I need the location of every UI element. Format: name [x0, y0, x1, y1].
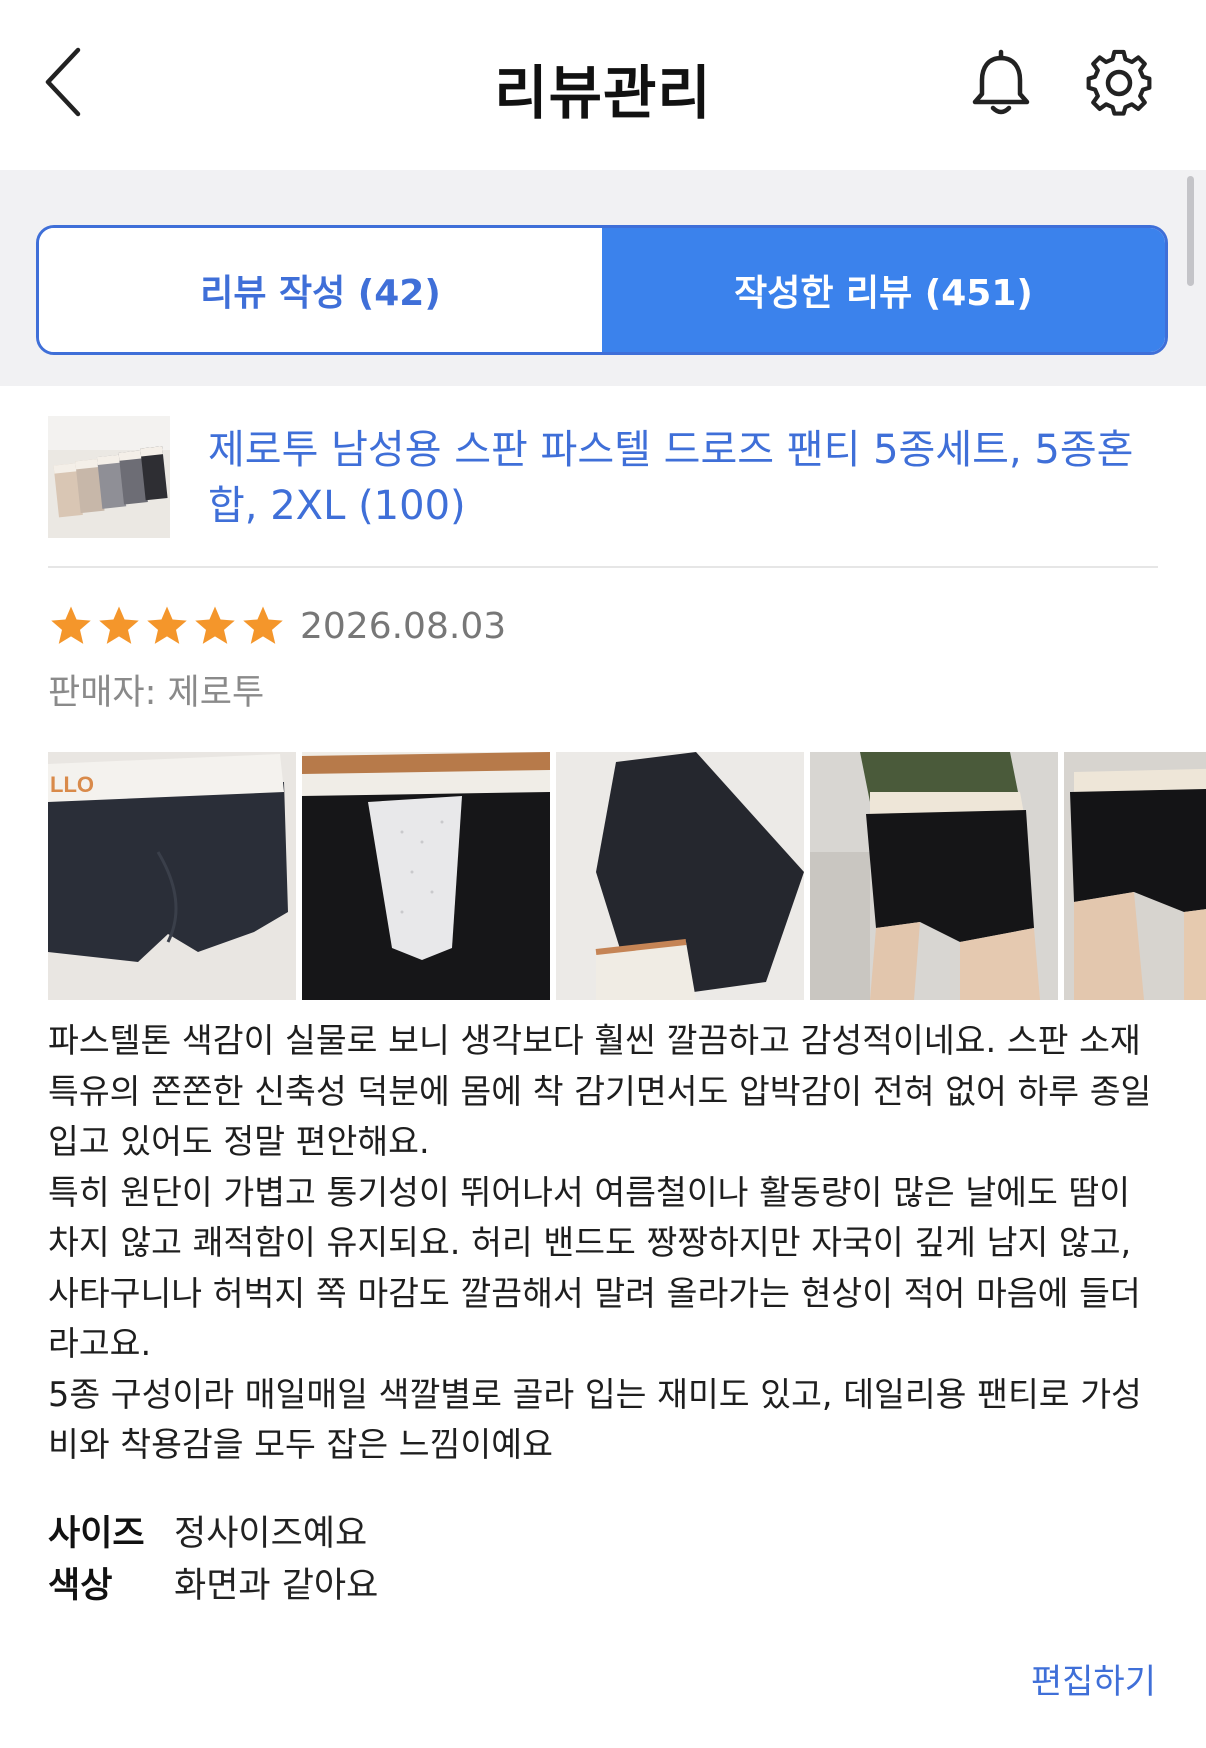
- divider: [48, 566, 1158, 568]
- review-photo[interactable]: [556, 752, 804, 1000]
- review-tabs: 리뷰 작성 (42) 작성한 리뷰 (451): [36, 225, 1168, 355]
- rating-row: 2026.08.03: [48, 600, 506, 652]
- product-info: 제로투 남성용 스판 파스텔 드로즈 팬티 5종세트, 5종혼합, 2XL (1…: [48, 416, 1158, 566]
- bell-icon: [972, 49, 1030, 115]
- review-photos: LLO: [48, 752, 1206, 1000]
- attribute-value: 화면과 같아요: [174, 1565, 379, 1606]
- attribute-row: 사이즈 정사이즈예요: [48, 1504, 378, 1556]
- attribute-value: 정사이즈예요: [174, 1513, 368, 1554]
- product-thumbnail[interactable]: [48, 416, 170, 538]
- review-attributes: 사이즈 정사이즈예요 색상 화면과 같아요: [48, 1504, 378, 1608]
- seller-info: 판매자: 제로투: [48, 664, 264, 715]
- tab-written-reviews[interactable]: 작성한 리뷰 (451): [602, 228, 1165, 352]
- star-icon: [243, 606, 283, 644]
- product-name-link[interactable]: 제로투 남성용 스판 파스텔 드로즈 팬티 5종세트, 5종혼합, 2XL (1…: [208, 422, 1168, 534]
- app-header: 리뷰관리: [0, 0, 1206, 170]
- seller-name: 제로투: [167, 673, 265, 713]
- review-body: 파스텔톤 색감이 실물로 보니 생각보다 훨씬 깔끔하고 감성적이네요. 스판 …: [48, 1021, 1152, 1464]
- gear-icon: [1086, 49, 1152, 116]
- star-icon: [147, 606, 187, 644]
- svg-text:LLO: LLO: [50, 772, 94, 797]
- review-photo[interactable]: [1064, 752, 1206, 1000]
- review-photo[interactable]: LLO: [48, 752, 296, 1000]
- star-icon: [99, 606, 139, 644]
- seller-label: 판매자:: [48, 673, 157, 713]
- settings-button[interactable]: [1084, 48, 1154, 118]
- attribute-label: 사이즈: [48, 1513, 145, 1554]
- review-date: 2026.08.03: [300, 605, 507, 647]
- notification-button[interactable]: [968, 48, 1034, 118]
- tab-write-review[interactable]: 리뷰 작성 (42): [39, 228, 602, 352]
- star-icon: [51, 606, 91, 644]
- attribute-row: 색상 화면과 같아요: [48, 1556, 378, 1608]
- star-rating: [48, 603, 286, 649]
- review-photo[interactable]: [810, 752, 1058, 1000]
- star-icon: [195, 606, 235, 644]
- attribute-label: 색상: [48, 1565, 113, 1606]
- scrollbar[interactable]: [1187, 176, 1194, 286]
- edit-review-button[interactable]: 편집하기: [1031, 1654, 1156, 1703]
- tab-band: 리뷰 작성 (42) 작성한 리뷰 (451): [0, 170, 1206, 386]
- review-photo[interactable]: [302, 752, 550, 1000]
